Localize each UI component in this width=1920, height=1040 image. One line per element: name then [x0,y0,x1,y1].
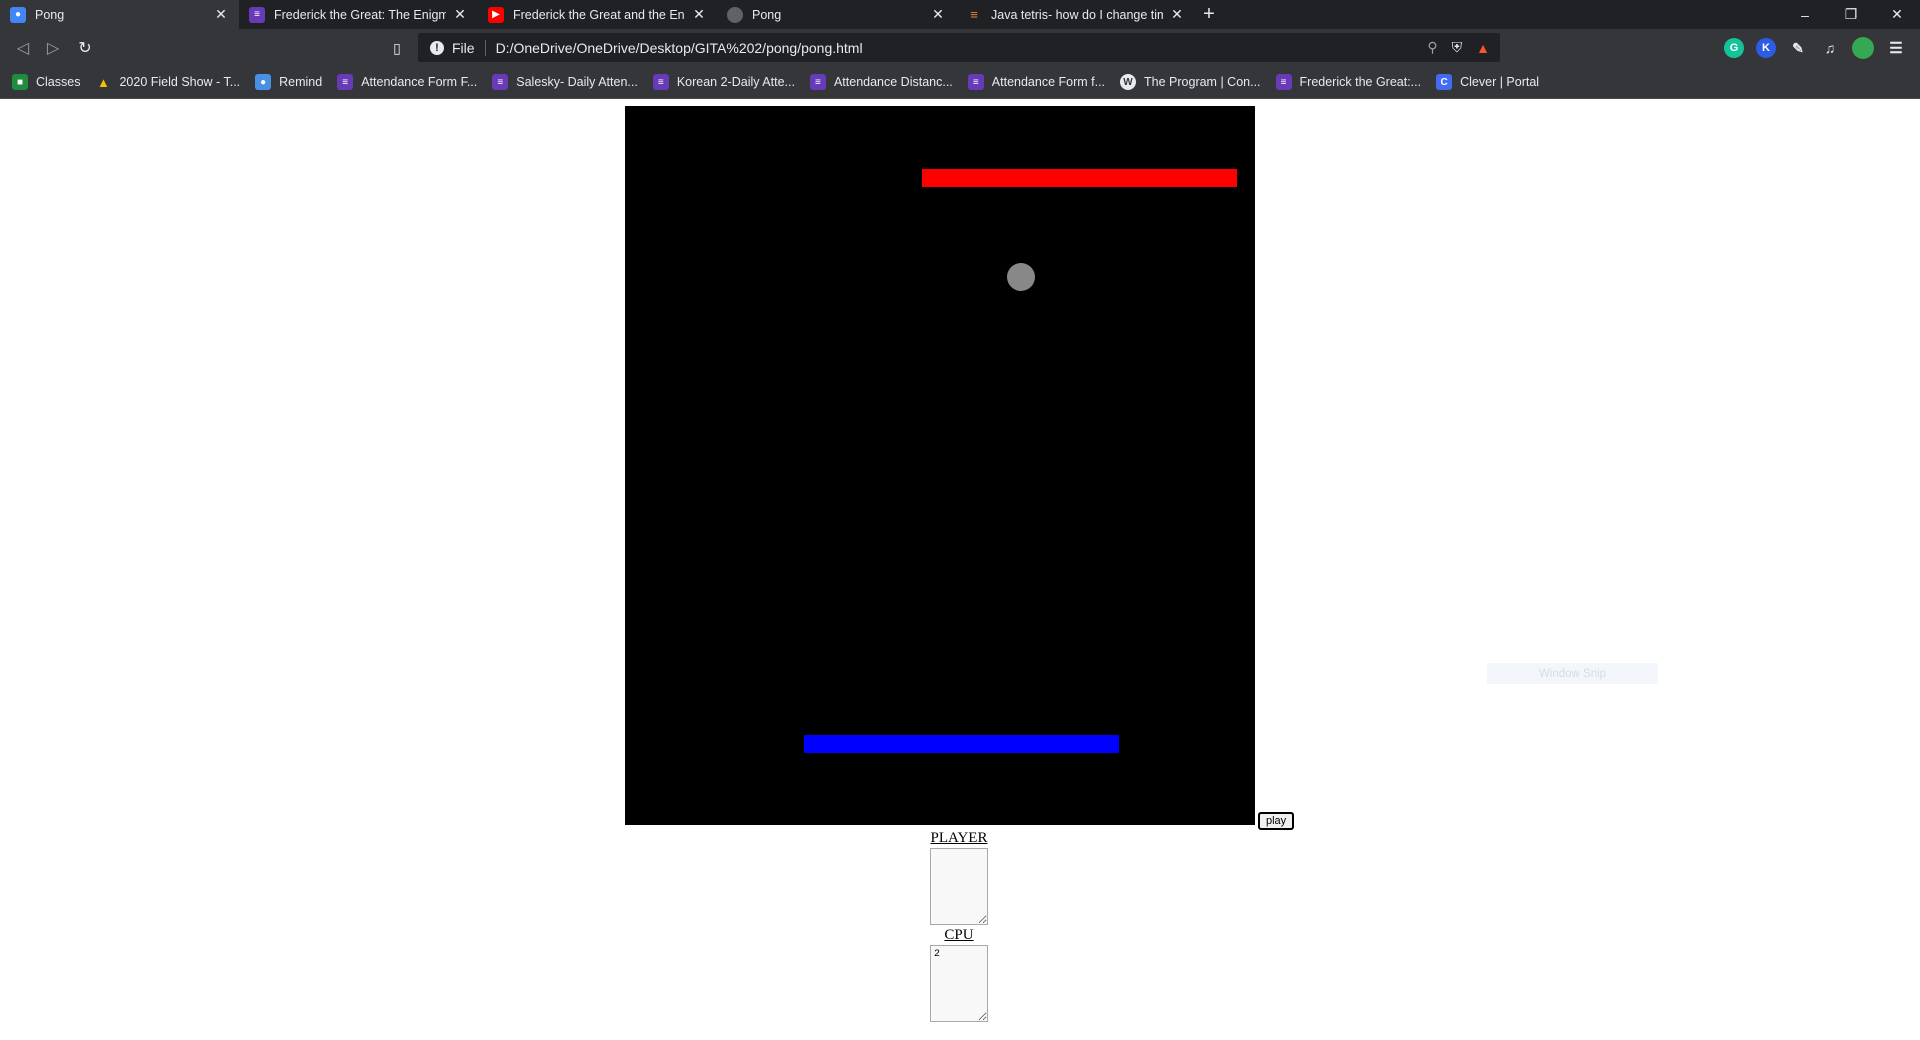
bookmark-label: Korean 2-Daily Atte... [676,75,795,89]
bookmark-label: Clever | Portal [1460,75,1540,89]
bookmark-label: Attendance Form F... [361,75,478,89]
info-icon[interactable]: ! [430,40,444,55]
form-icon: ≡ [1275,74,1292,90]
tab-frederick-enigma[interactable]: ≡ Frederick the Great: The Enigma of ✕ [239,0,478,29]
tab-pong[interactable]: ● Pong ✕ [0,0,239,29]
form-icon: ≡ [492,74,509,90]
bookmark-label: Classes [36,75,81,89]
close-tab-icon[interactable]: ✕ [452,6,468,23]
forward-icon[interactable]: ▷ [42,37,64,59]
tab-title: Frederick the Great and the Enigm [513,7,685,22]
restore-icon[interactable]: ❐ [1828,0,1874,29]
youtube-icon: ▶ [488,6,504,23]
close-tab-icon[interactable]: ✕ [213,6,229,23]
form-icon: ≡ [809,74,826,90]
tab-title: Pong [35,7,65,22]
menu-icon[interactable]: ☰ [1886,38,1906,58]
bookmark-classes[interactable]: ■ Classes [12,74,80,90]
ball [1007,263,1035,291]
clever-icon: C [1436,74,1453,90]
bookmark-label: Attendance Distanc... [833,75,953,89]
minimize-icon[interactable]: – [1782,0,1828,29]
address-bar[interactable]: ! File D:/OneDrive/OneDrive/Desktop/GITA… [418,33,1500,62]
brave-rewards-icon[interactable]: ▲ [1476,40,1490,56]
omnibox-actions: ⚲ ⛨ ▲ [1427,39,1490,56]
game-canvas[interactable] [625,106,1255,825]
bookmark-frederick[interactable]: ≡ Frederick the Great:... [1275,74,1422,90]
bookmark-attendance-form-2[interactable]: ≡ Attendance Form f... [967,74,1106,90]
classroom-icon: ■ [12,74,28,90]
grammarly-icon[interactable]: G [1724,38,1744,58]
bookmark-salesky[interactable]: ≡ Salesky- Daily Atten... [492,74,638,90]
window-snip-overlay[interactable]: Window Snip [1487,663,1658,684]
bookmark-icon[interactable]: ▯ [386,37,408,59]
bookmark-korean[interactable]: ≡ Korean 2-Daily Atte... [652,74,795,90]
player-label: PLAYER [930,830,988,846]
tab-title: Frederick the Great: The Enigma of [274,7,446,22]
player-paddle [804,735,1119,753]
player-score-field[interactable] [930,848,988,925]
reload-icon[interactable]: ↻ [74,37,96,59]
globe-icon [727,6,743,23]
url-text[interactable]: D:/OneDrive/OneDrive/Desktop/GITA%202/po… [496,40,1428,56]
close-tab-icon[interactable]: ✕ [1169,6,1185,23]
tab-title: Java tetris- how do I change timer [991,7,1163,22]
back-icon[interactable]: ◁ [12,37,34,59]
omnibox-divider [484,39,486,56]
close-tab-icon[interactable]: ✕ [930,6,946,23]
tab-java-tetris[interactable]: ≡ Java tetris- how do I change timer ✕ [956,0,1195,29]
puzzle-icon[interactable]: ✎ [1788,38,1808,58]
bookmark-label: Frederick the Great:... [1299,75,1422,89]
zoom-icon[interactable]: ⚲ [1427,39,1437,56]
cpu-paddle [922,169,1237,187]
form-icon: ≡ [337,74,354,90]
form-icon: ≡ [652,74,669,90]
new-tab-button[interactable]: + [1195,0,1223,29]
extensions-area: G K ✎ ♫ ☰ [1724,37,1906,59]
wordpress-icon: W [1120,74,1137,90]
tab-pong-2[interactable]: Pong ✕ [717,0,956,29]
tab-title: Pong [752,7,782,22]
bookmarks-bar: ■ Classes ▲ 2020 Field Show - T... ● Rem… [0,66,1920,99]
scheme-label: File [452,39,475,56]
stackoverflow-icon: ≡ [970,7,978,22]
bookmark-clever[interactable]: C Clever | Portal [1436,74,1539,90]
tab-strip: ● Pong ✕ ≡ Frederick the Great: The Enig… [0,0,1920,29]
bookmark-remind[interactable]: ● Remind [255,74,322,90]
bookmark-label: Salesky- Daily Atten... [516,75,638,89]
list-icon: ≡ [249,6,265,23]
brave-shield-icon[interactable]: ⛨ [1452,39,1463,56]
bookmark-label: The Program | Con... [1144,75,1261,89]
page-content: play PLAYER CPU 2 Window Snip [0,100,1920,1040]
tab-frederick-youtube[interactable]: ▶ Frederick the Great and the Enigm ✕ [478,0,717,29]
bookmark-label: Remind [279,75,323,89]
close-tab-icon[interactable]: ✕ [691,6,707,23]
bookmark-label: Attendance Form f... [991,75,1106,89]
bookmark-the-program[interactable]: W The Program | Con... [1120,74,1261,90]
bookmark-attendance-distance[interactable]: ≡ Attendance Distanc... [809,74,953,90]
bookmark-attendance-form-1[interactable]: ≡ Attendance Form F... [337,74,477,90]
browser-toolbar: ◁ ▷ ↻ ▯ ! File D:/OneDrive/OneDrive/Desk… [0,29,1920,66]
profile-avatar[interactable] [1852,37,1874,59]
remind-icon: ● [255,74,272,90]
window-controls: – ❐ ✕ [1782,0,1920,29]
bookmark-field-show[interactable]: ▲ 2020 Field Show - T... [95,74,240,90]
form-icon: ≡ [967,74,984,90]
cpu-score-field[interactable]: 2 [930,945,988,1022]
cpu-label: CPU [944,927,974,943]
media-queue-icon[interactable]: ♫ [1820,38,1840,58]
bookmark-label: 2020 Field Show - T... [119,75,241,89]
drive-icon: ▲ [97,74,110,90]
kami-icon[interactable]: K [1756,38,1776,58]
person-icon: ● [10,6,26,23]
play-button[interactable]: play [1258,812,1295,830]
close-window-icon[interactable]: ✕ [1874,0,1920,29]
